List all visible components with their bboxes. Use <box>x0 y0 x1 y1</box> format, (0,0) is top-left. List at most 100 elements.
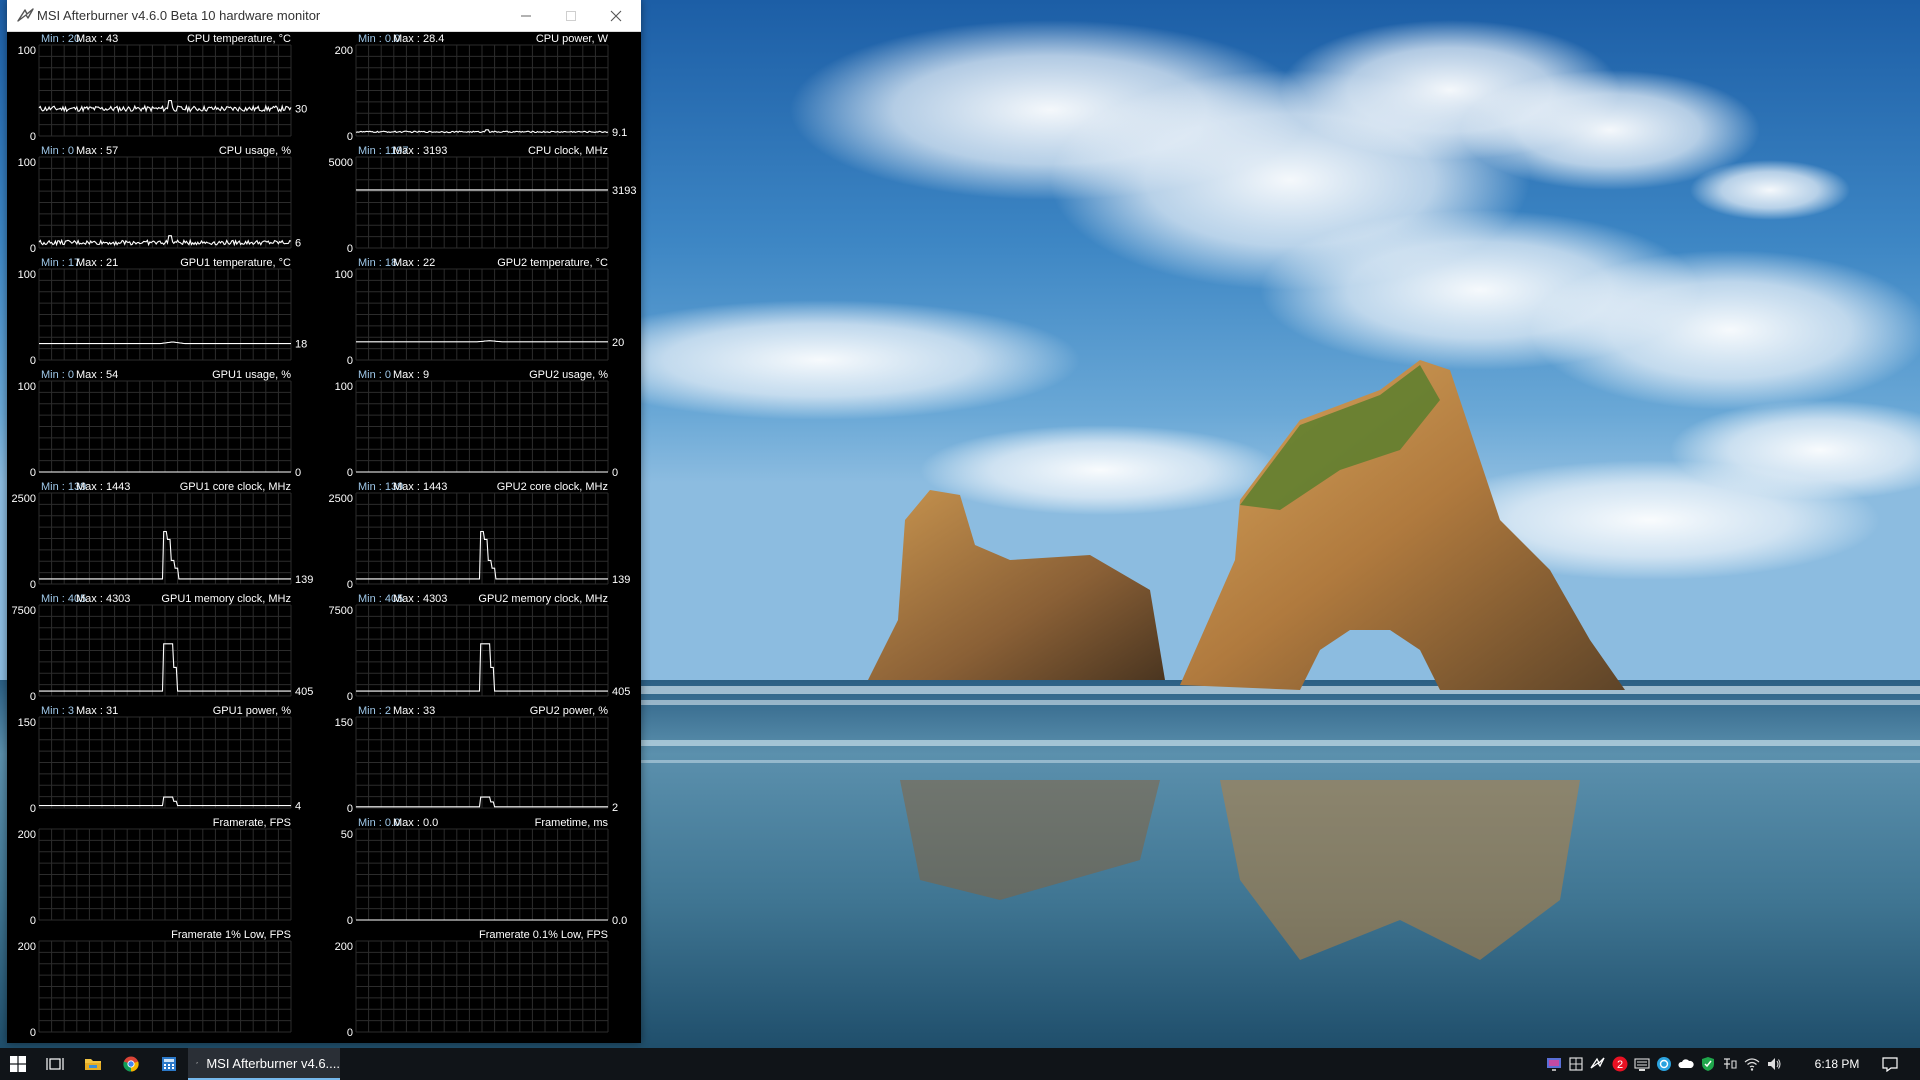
axis-max-label: 100 <box>18 381 36 393</box>
graph-panel[interactable]: Min : 3 Max : 31 GPU1 power, % 150 0 4 <box>18 705 301 815</box>
axis-max-label: 7500 <box>329 605 353 617</box>
afterburner-monitor-window[interactable]: MSI Afterburner v4.6.0 Beta 10 hardware … <box>7 0 641 1043</box>
graph-current-value: 6 <box>295 238 301 250</box>
keyboard-tray-icon[interactable] <box>1634 1056 1650 1072</box>
graph-panel[interactable]: Min : 0.0Max : 28.4 CPU power, W2000 9.1 <box>335 33 628 143</box>
notification-badge-tray-icon[interactable]: 2 <box>1612 1056 1628 1072</box>
title-bar[interactable]: MSI Afterburner v4.6.0 Beta 10 hardware … <box>7 0 641 32</box>
graph-panel[interactable]: Min : 405Max : 4303 GPU2 memory clock, MH… <box>329 593 631 703</box>
graph-grid-lines <box>355 940 609 1033</box>
chrome-icon <box>123 1056 139 1072</box>
graph-grid-lines <box>38 940 292 1033</box>
graph-title: CPU temperature, °C <box>187 33 291 45</box>
taskbar-clock[interactable]: 6:18 PM <box>1812 1048 1862 1080</box>
graph-current-value: 405 <box>612 686 630 698</box>
axis-min-label: 0 <box>347 803 353 815</box>
graph-grid-lines <box>38 156 292 249</box>
graph-panel[interactable]: Min : 17Max : 21 GPU1 temperature, °C 100 0… <box>18 257 308 367</box>
close-button[interactable] <box>593 0 638 31</box>
graph-title: Framerate 1% Low, FPS <box>171 929 291 941</box>
wifi-icon <box>1744 1058 1760 1071</box>
graph-max-label: Max : 3193 <box>393 145 447 157</box>
minimize-icon <box>520 15 531 16</box>
graph-panel[interactable]: Framerate, FPS 200 0 <box>18 817 292 927</box>
graph-max-label: Max : 43 <box>76 33 118 45</box>
hardware-monitor-graphs[interactable]: Min : 20 Max : 43 CPU temperature, °C 100 0 3… <box>7 32 641 1043</box>
graph-panel[interactable]: Framerate 1% Low, FPS 200 0 <box>18 929 292 1039</box>
graph-grid-lines <box>355 604 609 697</box>
graph-title: GPU2 power, % <box>530 705 608 717</box>
graph-panel[interactable]: Min : 18Max : 22 GPU2 temperature, °C 100 0… <box>335 257 625 367</box>
graph-panel[interactable]: Min : 0 Max : 57 CPU usage, % 100 0 6 <box>18 145 301 255</box>
notification-count: 2 <box>1617 1059 1623 1071</box>
graph-max-label: Max : 54 <box>76 369 118 381</box>
graph-panel[interactable]: Min : 2 Max : 33 GPU2 power, % 150 0 2 <box>335 705 618 815</box>
graph-grid: Min : 20Max : 43 CPU temperature, °C10003… <box>12 33 637 1039</box>
graph-current-value: 0.0 <box>612 915 627 927</box>
taskbar-button-label: MSI Afterburner v4.6.... <box>206 1055 340 1071</box>
graph-title: GPU1 memory clock, MHz <box>161 593 291 605</box>
graph-grid-lines <box>38 492 292 585</box>
graph-max-label: Max : 57 <box>76 145 118 157</box>
volume-tray-icon[interactable] <box>1766 1056 1782 1072</box>
start-button[interactable] <box>0 1048 36 1080</box>
graph-panel[interactable]: Framerate 0.1% Low, FPS 200 0 <box>335 929 609 1039</box>
graph-title: GPU1 temperature, °C <box>180 257 291 269</box>
badge-icon: 2 <box>1612 1056 1628 1072</box>
graph-min-label: Min : 0 <box>41 145 74 157</box>
axis-min-label: 0 <box>30 355 36 367</box>
graph-title: Frametime, ms <box>535 817 609 829</box>
axis-max-label: 100 <box>18 269 36 281</box>
axis-max-label: 50 <box>341 829 353 841</box>
graph-current-value: 30 <box>295 104 307 116</box>
afterburner-icon <box>16 6 36 26</box>
graph-max-label: Max : 0.0 <box>393 817 438 829</box>
security-tray-icon[interactable] <box>1700 1056 1716 1072</box>
calculator-button[interactable] <box>152 1048 186 1080</box>
axis-max-label: 200 <box>335 941 353 953</box>
keyboard-icon <box>1634 1058 1650 1071</box>
graph-title: CPU usage, % <box>219 145 291 157</box>
network-tray-icon[interactable] <box>1744 1056 1760 1072</box>
axis-max-label: 200 <box>18 829 36 841</box>
graph-panel[interactable]: Min : 0 Max : 54 GPU1 usage, % 100 0 0 <box>18 369 301 479</box>
graph-current-value: 0 <box>612 467 618 479</box>
graph-panel[interactable]: Min : 139Max : 1443 GPU1 core clock, MHz2… <box>12 481 314 591</box>
axis-max-label: 100 <box>18 45 36 57</box>
graph-panel[interactable]: Min : 139Max : 1443 GPU2 core clock, MHz2… <box>329 481 631 591</box>
file-explorer-button[interactable] <box>76 1048 110 1080</box>
graph-grid-lines <box>38 604 292 697</box>
graph-panel[interactable]: Min : 1197Max : 3193 CPU clock, MHz500003… <box>329 145 637 255</box>
shield-icon <box>1702 1057 1714 1071</box>
minimize-button[interactable] <box>503 0 548 31</box>
graph-grid-lines <box>38 716 292 809</box>
graph-panel[interactable]: Min : 0.0Max : 0.0 Frametime, ms500 0.0 <box>341 817 628 927</box>
chrome-button[interactable] <box>114 1048 148 1080</box>
afterburner-taskbar-button[interactable]: MSI Afterburner v4.6.... <box>188 1048 340 1080</box>
axis-min-label: 0 <box>347 243 353 255</box>
graph-min-label: Min : 0 <box>41 369 74 381</box>
steam-tray-icon[interactable] <box>1656 1056 1672 1072</box>
graph-grid-lines <box>355 716 609 809</box>
monitor-tray-icon[interactable] <box>1546 1056 1562 1072</box>
graph-title: GPU1 usage, % <box>212 369 291 381</box>
graph-panel[interactable]: Min : 20Max : 43 CPU temperature, °C 100 0 3… <box>18 33 308 143</box>
graph-max-label: Max : 4303 <box>76 593 130 605</box>
axis-min-label: 0 <box>347 131 353 143</box>
axis-max-label: 7500 <box>12 605 36 617</box>
afterburner-tray-icon[interactable] <box>1590 1056 1606 1072</box>
graph-panel[interactable]: Min : 0 Max : 9 GPU2 usage, % 100 0 0 <box>335 369 618 479</box>
dashboard-tray-icon[interactable] <box>1568 1056 1584 1072</box>
axis-min-label: 0 <box>30 915 36 927</box>
language-tray-icon[interactable] <box>1722 1056 1738 1072</box>
axis-min-label: 0 <box>30 803 36 815</box>
onedrive-tray-icon[interactable] <box>1678 1056 1694 1072</box>
graph-panel[interactable]: Min : 405Max : 4303 GPU1 memory clock, MH… <box>12 593 314 703</box>
speaker-icon <box>1768 1058 1781 1070</box>
graph-grid-lines <box>355 156 609 249</box>
task-view-button[interactable] <box>38 1048 72 1080</box>
action-center-button[interactable] <box>1872 1048 1908 1080</box>
graph-grid-lines <box>38 268 292 361</box>
maximize-button[interactable] <box>548 0 593 31</box>
graph-title: GPU2 memory clock, MHz <box>478 593 608 605</box>
